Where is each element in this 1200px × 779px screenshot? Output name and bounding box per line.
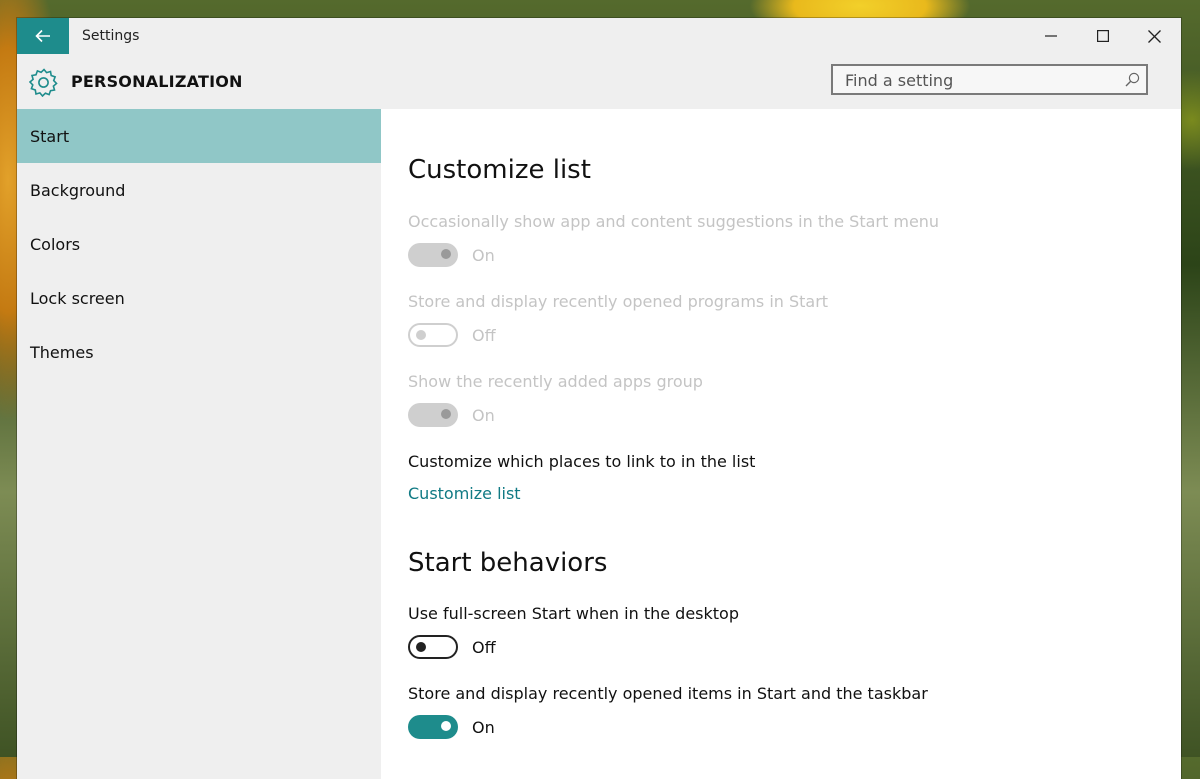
setting-label-recent-items: Store and display recently opened items … xyxy=(408,684,928,703)
toggle-row-suggestions: On xyxy=(408,243,495,267)
toggle-recent-items[interactable] xyxy=(408,715,458,739)
setting-label-full-screen: Use full-screen Start when in the deskto… xyxy=(408,604,739,623)
toggle-row-recent-programs: Off xyxy=(408,323,496,347)
back-button[interactable] xyxy=(17,18,69,54)
toggle-row-full-screen: Off xyxy=(408,635,496,659)
window-title: Settings xyxy=(82,28,140,44)
setting-label-suggestions: Occasionally show app and content sugges… xyxy=(408,212,940,231)
toggle-knob xyxy=(416,642,426,652)
customize-list-link[interactable]: Customize list xyxy=(408,484,521,503)
maximize-button[interactable] xyxy=(1077,18,1129,54)
sidebar-item-lock-screen[interactable]: Lock screen xyxy=(17,271,381,325)
maximize-icon xyxy=(1097,30,1109,42)
search-box[interactable]: Find a setting xyxy=(831,64,1148,95)
toggle-recent-apps[interactable] xyxy=(408,403,458,427)
main-content: Customize list Occasionally show app and… xyxy=(381,109,1181,779)
gear-icon xyxy=(29,68,58,97)
page-header: PERSONALIZATION Find a setting xyxy=(17,55,1181,109)
toggle-state-suggestions: On xyxy=(472,245,495,265)
section-title-customize-list: Customize list xyxy=(408,155,591,185)
sidebar: Start Background Colors Lock screen Them… xyxy=(17,109,381,779)
setting-label-recent-programs: Store and display recently opened progra… xyxy=(408,292,829,311)
toggle-row-recent-apps: On xyxy=(408,403,495,427)
toggle-state-recent-programs: Off xyxy=(472,325,496,345)
close-button[interactable] xyxy=(1128,18,1180,54)
toggle-row-recent-items: On xyxy=(408,715,495,739)
toggle-knob xyxy=(441,409,451,419)
toggle-state-full-screen: Off xyxy=(472,637,496,657)
toggle-recent-programs[interactable] xyxy=(408,323,458,347)
search-input[interactable]: Find a setting xyxy=(845,71,953,90)
minimize-icon xyxy=(1045,35,1057,37)
toggle-state-recent-items: On xyxy=(472,717,495,737)
toggle-knob xyxy=(416,330,426,340)
minimize-button[interactable] xyxy=(1025,18,1077,54)
toggle-knob xyxy=(441,249,451,259)
settings-window: Settings PERSONALIZATION Find a setting … xyxy=(17,18,1181,779)
toggle-knob xyxy=(441,721,451,731)
page-title: PERSONALIZATION xyxy=(71,72,243,91)
close-icon xyxy=(1147,29,1161,43)
sidebar-item-colors[interactable]: Colors xyxy=(17,217,381,271)
search-icon[interactable] xyxy=(1125,72,1140,87)
sidebar-item-themes[interactable]: Themes xyxy=(17,325,381,379)
toggle-state-recent-apps: On xyxy=(472,405,495,425)
setting-label-recent-apps: Show the recently added apps group xyxy=(408,372,703,391)
back-arrow-icon xyxy=(35,29,50,43)
sidebar-item-start[interactable]: Start xyxy=(17,109,381,163)
sidebar-item-background[interactable]: Background xyxy=(17,163,381,217)
setting-label-places: Customize which places to link to in the… xyxy=(408,452,756,471)
toggle-full-screen[interactable] xyxy=(408,635,458,659)
section-title-start-behaviors: Start behaviors xyxy=(408,548,608,578)
title-bar: Settings xyxy=(17,18,1181,55)
toggle-suggestions[interactable] xyxy=(408,243,458,267)
